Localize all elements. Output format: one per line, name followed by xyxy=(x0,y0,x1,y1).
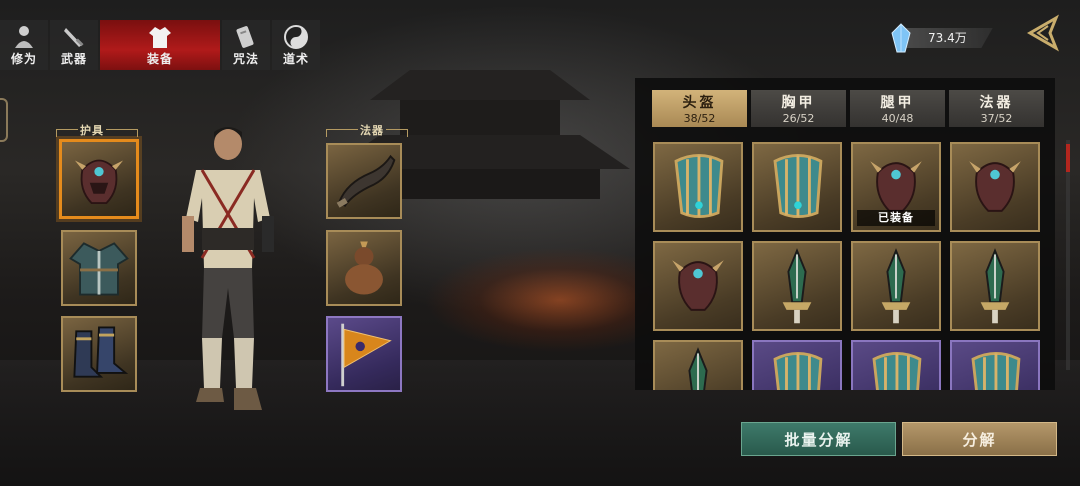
inventory-item[interactable] xyxy=(653,241,743,331)
equipped-badge: 已装备 xyxy=(857,210,935,226)
dagger-icon xyxy=(688,347,708,390)
robe-armor-icon xyxy=(69,242,129,296)
inventory-scrollbar[interactable] xyxy=(1066,140,1070,370)
horn-icon xyxy=(336,154,396,208)
dagger-icon xyxy=(782,248,812,324)
batch-decompose-button[interactable]: 批量分解 xyxy=(741,422,896,456)
demon-mask-icon xyxy=(672,260,724,311)
group-bracket xyxy=(106,129,138,137)
category-tab-chest[interactable]: 胸甲 26/52 xyxy=(751,90,846,127)
category-name: 腿甲 xyxy=(880,95,915,111)
category-tabs: 头盔 38/52 胸甲 26/52 腿甲 40/48 法器 37/52 xyxy=(652,90,1044,127)
currency-display: 73.4万 xyxy=(890,23,993,53)
inventory-item-equipped[interactable]: 已装备 xyxy=(851,142,941,232)
dagger-icon xyxy=(881,248,911,324)
tab-daoism[interactable]: 道术 xyxy=(272,20,320,70)
inventory-panel: 头盔 38/52 胸甲 26/52 腿甲 40/48 法器 37/52 已装备 xyxy=(635,78,1055,390)
demon-mask-icon xyxy=(969,161,1021,212)
yin-yang-icon xyxy=(284,25,308,49)
category-name: 法器 xyxy=(979,95,1014,111)
player-character xyxy=(182,127,274,410)
bracer-icon xyxy=(872,352,922,390)
tab-equipment[interactable]: 装备 xyxy=(100,20,220,70)
dagger-icon xyxy=(980,248,1010,324)
legs-slot[interactable] xyxy=(61,316,137,392)
talisman-scroll-icon xyxy=(236,26,254,48)
bracer-icon xyxy=(773,154,823,219)
tab-label: 修为 xyxy=(10,52,37,66)
side-drawer-handle[interactable] xyxy=(0,98,8,142)
bracer-icon xyxy=(674,154,724,219)
artifact-slot-2[interactable] xyxy=(326,230,402,306)
group-bracket xyxy=(386,129,408,137)
armor-group-label: 护具 xyxy=(80,124,104,137)
meditating-figure-icon xyxy=(15,26,33,48)
robe-icon xyxy=(149,27,171,48)
decompose-button[interactable]: 分解 xyxy=(902,422,1057,456)
category-tab-artifact[interactable]: 法器 37/52 xyxy=(949,90,1044,127)
scrollbar-thumb[interactable] xyxy=(1066,144,1070,172)
artifact-slot-1[interactable] xyxy=(326,143,402,219)
bracer-icon xyxy=(971,352,1021,390)
tab-weapon[interactable]: 武器 xyxy=(50,20,98,70)
inventory-item[interactable] xyxy=(851,241,941,331)
banner-flag-icon xyxy=(341,323,392,387)
top-tab-bar: 修为 武器 装备 咒法 道术 xyxy=(0,20,320,70)
tab-label: 装备 xyxy=(146,52,173,66)
tab-spells[interactable]: 咒法 xyxy=(222,20,270,70)
artifact-slot-3[interactable] xyxy=(326,316,402,392)
demon-mask-icon xyxy=(74,159,124,204)
inventory-item[interactable] xyxy=(653,340,743,390)
inventory-item[interactable] xyxy=(752,340,842,390)
category-count: 37/52 xyxy=(980,112,1013,125)
bracer-icon xyxy=(773,352,823,390)
category-count: 26/52 xyxy=(782,112,815,125)
category-count: 40/48 xyxy=(881,112,914,125)
group-bracket xyxy=(326,129,358,137)
currency-amount: 73.4万 xyxy=(898,28,993,48)
category-name: 头盔 xyxy=(682,95,717,111)
boots-icon xyxy=(73,326,129,378)
chest-slot[interactable] xyxy=(61,230,137,306)
inventory-item[interactable] xyxy=(851,340,941,390)
inventory-item[interactable] xyxy=(752,241,842,331)
category-tab-helmet[interactable]: 头盔 38/52 xyxy=(652,90,747,127)
back-arrow-icon[interactable] xyxy=(1022,14,1060,52)
category-tab-legs[interactable]: 腿甲 40/48 xyxy=(850,90,945,127)
helmet-slot[interactable] xyxy=(59,139,139,219)
category-count: 38/52 xyxy=(683,112,716,125)
inventory-item[interactable] xyxy=(950,340,1040,390)
inventory-item[interactable] xyxy=(752,142,842,232)
tab-label: 武器 xyxy=(60,52,87,66)
tab-label: 咒法 xyxy=(232,52,259,66)
inventory-item[interactable] xyxy=(653,142,743,232)
artifact-group-label: 法器 xyxy=(360,124,384,137)
gourd-icon xyxy=(345,241,383,295)
sword-icon xyxy=(64,28,84,47)
inventory-item[interactable] xyxy=(950,142,1040,232)
tab-label: 道术 xyxy=(282,52,309,66)
blue-crystal-icon xyxy=(891,23,911,53)
category-name: 胸甲 xyxy=(781,95,816,111)
inventory-item[interactable] xyxy=(950,241,1040,331)
group-bracket xyxy=(56,129,78,137)
tab-cultivation[interactable]: 修为 xyxy=(0,20,48,70)
